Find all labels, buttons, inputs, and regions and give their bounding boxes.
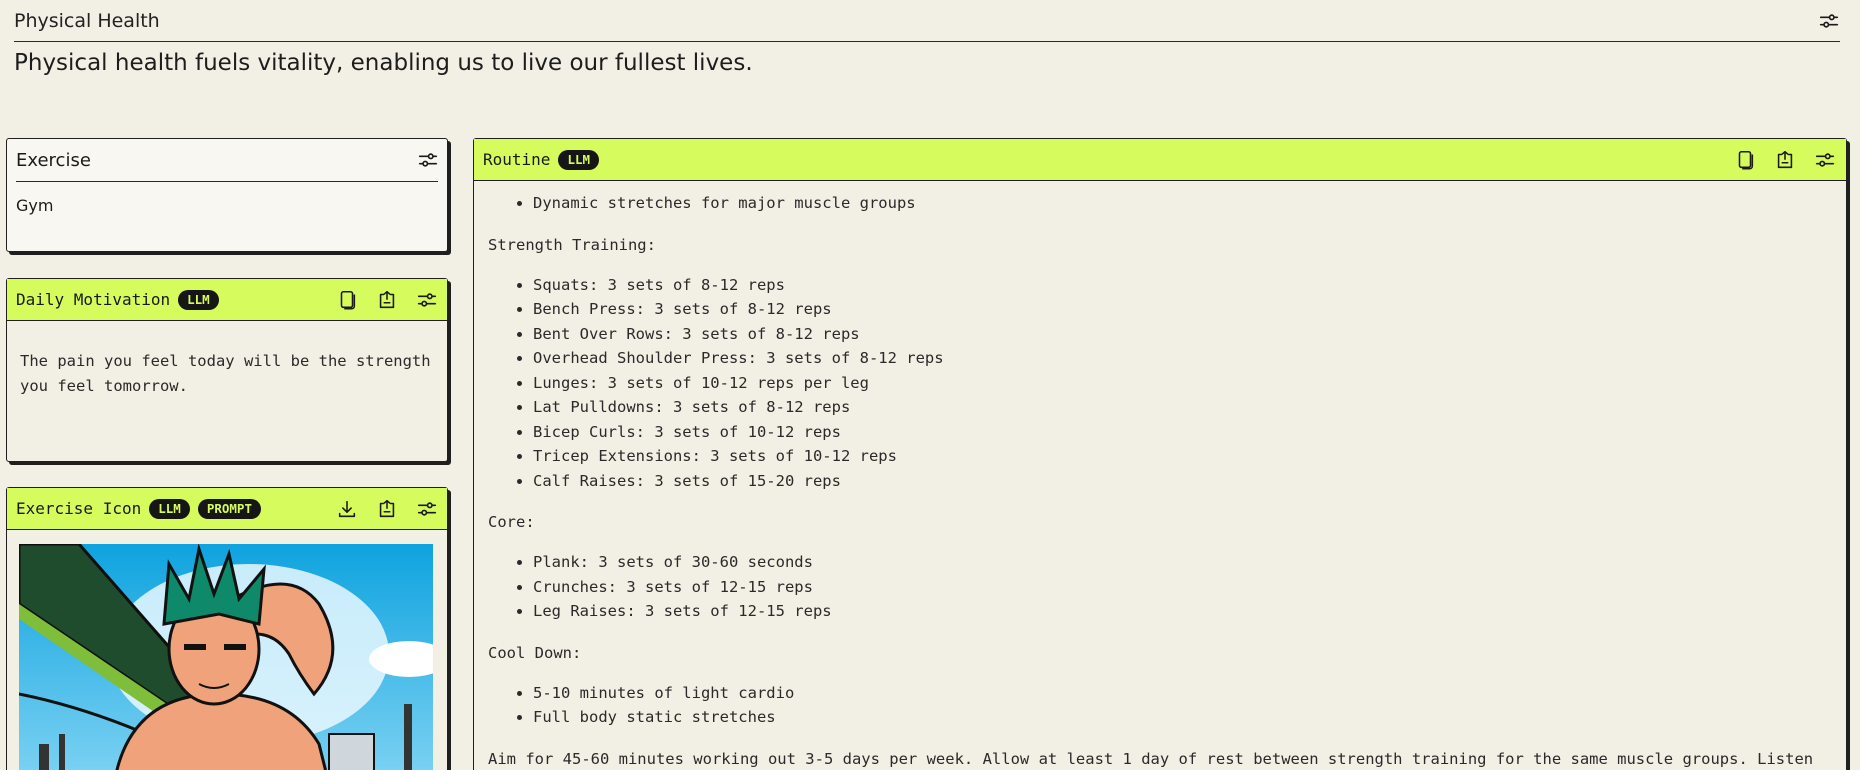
page-title: Physical Health bbox=[14, 9, 160, 32]
exercise-card-title: Exercise bbox=[16, 149, 91, 171]
settings-sliders-icon[interactable] bbox=[417, 149, 439, 171]
page-tagline: Physical health fuels vitality, enabling… bbox=[14, 50, 753, 76]
list-item: Calf Raises: 3 sets of 15-20 reps bbox=[533, 469, 1832, 494]
settings-sliders-icon[interactable] bbox=[1814, 149, 1836, 171]
list-item: Dynamic stretches for major muscle group… bbox=[533, 191, 1832, 216]
list-item: Squats: 3 sets of 8-12 reps bbox=[533, 273, 1832, 298]
list-item: 5-10 minutes of light cardio bbox=[533, 681, 1832, 706]
list-item: Crunches: 3 sets of 12-15 reps bbox=[533, 575, 1832, 600]
exercise-value[interactable]: Gym bbox=[7, 182, 447, 229]
copy-icon[interactable] bbox=[336, 289, 358, 311]
list-item: Tricep Extensions: 3 sets of 10-12 reps bbox=[533, 444, 1832, 469]
exercise-icon-image bbox=[19, 544, 433, 770]
list-item: Bent Over Rows: 3 sets of 8-12 reps bbox=[533, 322, 1832, 347]
exercise-icon-header: Exercise Icon LLM PROMPT bbox=[7, 488, 447, 530]
core-list: Plank: 3 sets of 30-60 seconds Crunches:… bbox=[488, 550, 1832, 624]
prompt-badge: PROMPT bbox=[197, 498, 261, 519]
routine-card: Routine LLM Dynamic st bbox=[473, 138, 1847, 770]
section-heading: Strength Training: bbox=[488, 235, 656, 254]
list-item: Bench Press: 3 sets of 8-12 reps bbox=[533, 297, 1832, 322]
export-icon[interactable] bbox=[376, 289, 398, 311]
section-heading: Cool Down: bbox=[488, 643, 582, 662]
cooldown-list: 5-10 minutes of light cardio Full body s… bbox=[488, 681, 1832, 730]
exercise-card: Exercise Gym bbox=[6, 138, 448, 252]
exercise-card-header: Exercise bbox=[7, 139, 447, 181]
download-icon[interactable] bbox=[336, 498, 358, 520]
list-item: Lunges: 3 sets of 10-12 reps per leg bbox=[533, 371, 1832, 396]
list-item: Plank: 3 sets of 30-60 seconds bbox=[533, 550, 1832, 575]
list-item: Overhead Shoulder Press: 3 sets of 8-12 … bbox=[533, 346, 1832, 371]
settings-sliders-icon[interactable] bbox=[416, 289, 438, 311]
export-icon[interactable] bbox=[376, 498, 398, 520]
settings-sliders-icon[interactable] bbox=[1818, 10, 1840, 32]
list-item: Full body static stretches bbox=[533, 705, 1832, 730]
section-heading: Core: bbox=[488, 513, 535, 531]
list-item: Lat Pulldowns: 3 sets of 8-12 reps bbox=[533, 395, 1832, 420]
daily-motivation-title: Daily Motivation bbox=[16, 290, 171, 309]
exercise-icon-card: Exercise Icon LLM PROMPT bbox=[6, 487, 448, 770]
strength-list: Squats: 3 sets of 8-12 reps Bench Press:… bbox=[488, 273, 1832, 494]
daily-motivation-header: Daily Motivation LLM bbox=[7, 279, 447, 321]
daily-motivation-card: Daily Motivation LLM The pain you feel t… bbox=[6, 278, 448, 462]
routine-closing-text: Aim for 45-60 minutes working out 3-5 da… bbox=[488, 749, 1814, 768]
llm-badge: LLM bbox=[558, 149, 600, 170]
exercise-icon-title: Exercise Icon bbox=[16, 499, 142, 518]
export-icon[interactable] bbox=[1774, 149, 1796, 171]
daily-motivation-text: The pain you feel today will be the stre… bbox=[20, 352, 431, 395]
list-item: Bicep Curls: 3 sets of 10-12 reps bbox=[533, 420, 1832, 445]
warmup-list: Dynamic stretches for major muscle group… bbox=[488, 191, 1832, 216]
routine-title: Routine bbox=[483, 150, 551, 169]
routine-header: Routine LLM bbox=[474, 139, 1846, 181]
settings-sliders-icon[interactable] bbox=[416, 498, 438, 520]
llm-badge: LLM bbox=[149, 498, 190, 519]
llm-badge: LLM bbox=[178, 289, 219, 310]
list-item: Leg Raises: 3 sets of 12-15 reps bbox=[533, 599, 1832, 624]
copy-icon[interactable] bbox=[1734, 149, 1756, 171]
routine-content: Dynamic stretches for major muscle group… bbox=[474, 181, 1846, 770]
page-header: Physical Health bbox=[14, 0, 1840, 42]
